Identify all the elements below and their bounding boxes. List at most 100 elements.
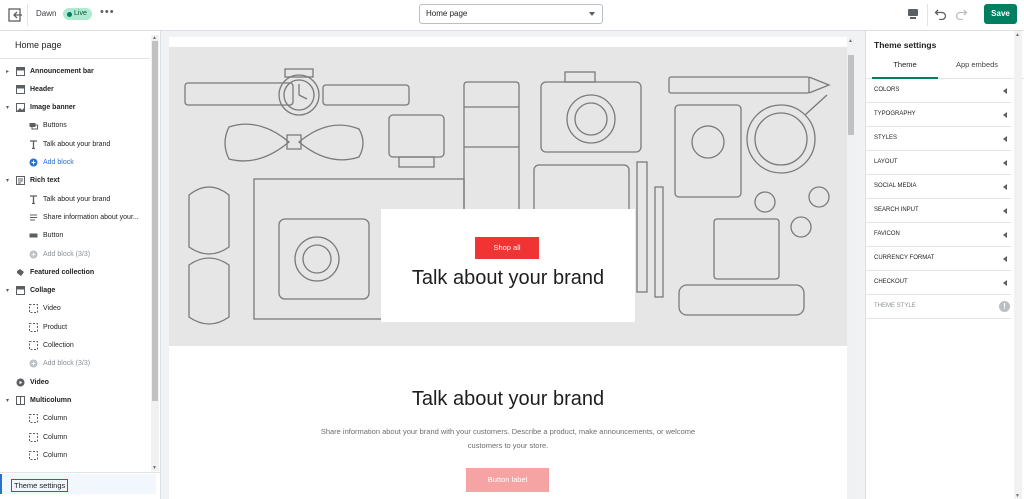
tree-item-label: Video — [43, 305, 61, 313]
sidebar-block-share-information-about-your[interactable]: Share information about your... — [0, 208, 150, 226]
caret-down-icon[interactable]: ▾ — [6, 287, 9, 294]
scroll-up-icon[interactable]: ▲ — [1015, 32, 1020, 38]
setting-styles[interactable]: STYLES — [866, 127, 1011, 151]
sidebar-section-video[interactable]: Video — [0, 373, 150, 391]
buttons-icon — [29, 121, 38, 130]
setting-favicon[interactable]: FAVICON — [866, 223, 1011, 247]
setting-search-input[interactable]: SEARCH INPUT — [866, 199, 1011, 223]
setting-checkout[interactable]: CHECKOUT — [866, 271, 1011, 295]
tree-item-label: Talk about your brand — [43, 195, 111, 203]
scrollbar-thumb[interactable] — [848, 55, 854, 135]
scroll-down-icon[interactable]: ▼ — [1015, 493, 1020, 499]
setting-theme-style: THEME STYLE! — [866, 295, 1011, 319]
tree-item-label: Video — [30, 378, 49, 386]
sidebar-block-talk-about-your-brand[interactable]: Talk about your brand — [0, 190, 150, 208]
dashed-square-icon — [29, 432, 38, 442]
setting-label: CHECKOUT — [874, 279, 908, 285]
banner-content-card: Shop all Talk about your brand — [381, 209, 635, 322]
tree-item-label: Add block (3/3) — [43, 250, 91, 258]
scroll-down-icon[interactable]: ▼ — [152, 465, 157, 471]
sidebar-section-announcement-bar[interactable]: ▸ Announcement bar — [0, 62, 150, 80]
dashed-square-icon — [29, 450, 38, 460]
tab-app-embeds[interactable]: App embeds — [942, 55, 1012, 79]
columns-icon — [16, 395, 25, 405]
divider — [27, 4, 28, 26]
caret-right-icon[interactable]: ▸ — [6, 68, 9, 75]
tree-item-label: Add block (3/3) — [43, 360, 91, 368]
setting-typography[interactable]: TYPOGRAPHY — [866, 103, 1011, 127]
dashed-square-icon — [29, 414, 38, 424]
sidebar-block-column[interactable]: Column — [0, 410, 150, 428]
theme-settings-label[interactable]: Theme settings — [11, 479, 69, 492]
sidebar-block-button[interactable]: Button — [0, 227, 150, 245]
sidebar-block-video[interactable]: Video — [0, 300, 150, 318]
tree-item-label: Multicolumn — [30, 396, 72, 404]
section-icon — [16, 84, 25, 94]
tree-item-label: Add block — [43, 159, 74, 166]
exit-icon[interactable] — [7, 7, 23, 23]
sidebar-block-column[interactable]: Column — [0, 428, 150, 446]
divider — [0, 58, 150, 59]
save-button[interactable]: Save — [984, 4, 1017, 24]
rich-text-section[interactable]: Talk about your brand Share information … — [169, 346, 847, 499]
sidebar-block-talk-about-your-brand[interactable]: Talk about your brand — [0, 135, 150, 153]
caret-left-icon — [1003, 280, 1007, 286]
more-actions-button[interactable]: ••• — [100, 6, 115, 18]
info-icon[interactable]: ! — [999, 301, 1010, 312]
add-block-button: Add block (3/3) — [0, 355, 150, 373]
scrollbar-thumb[interactable] — [152, 41, 158, 401]
setting-colors[interactable]: COLORS — [866, 79, 1011, 103]
sidebar-block-collection[interactable]: Collection — [0, 337, 150, 355]
sidebar-block-buttons[interactable]: Buttons — [0, 117, 150, 135]
sidebar-block-product[interactable]: Product — [0, 318, 150, 336]
setting-layout[interactable]: LAYOUT — [866, 151, 1011, 175]
sidebar-section-collage[interactable]: ▾ Collage — [0, 282, 150, 300]
plus-circle-icon — [29, 359, 38, 368]
shop-all-button[interactable]: Shop all — [475, 237, 539, 259]
image-banner-section[interactable]: Shop all Talk about your brand — [169, 47, 847, 346]
inspector-icon[interactable] — [907, 8, 919, 20]
sidebar-section-image-banner[interactable]: ▾ Image banner — [0, 99, 150, 117]
preview-scrollbar[interactable]: ▲ — [847, 37, 855, 499]
setting-currency-format[interactable]: CURRENCY FORMAT — [866, 247, 1011, 271]
sidebar-block-column[interactable]: Column — [0, 446, 150, 464]
sidebar-section-featured-collection[interactable]: Featured collection — [0, 263, 150, 281]
undo-icon[interactable] — [934, 7, 947, 20]
caret-left-icon — [1003, 256, 1007, 262]
rich-text-button[interactable]: Button label — [466, 468, 549, 492]
setting-label: SEARCH INPUT — [874, 207, 919, 213]
sidebar-section-multicolumn[interactable]: ▾ Multicolumn — [0, 391, 150, 409]
tree-item-label: Collage — [30, 287, 56, 295]
theme-name: Dawn — [36, 9, 57, 18]
live-dot-icon — [67, 11, 72, 17]
sidebar-scrollbar[interactable]: ▲ ▼ — [151, 35, 159, 471]
tree-item-label: Image banner — [30, 104, 76, 112]
panel-scrollbar[interactable]: ▲ ▼ — [1014, 31, 1022, 499]
panel-title: Theme settings — [874, 40, 937, 50]
caret-left-icon — [1003, 88, 1007, 94]
paragraph-icon — [29, 213, 38, 222]
caret-down-icon[interactable]: ▾ — [6, 104, 9, 111]
caret-down-icon[interactable]: ▾ — [6, 177, 9, 184]
tab-theme[interactable]: Theme — [872, 55, 938, 79]
redo-icon[interactable] — [955, 7, 968, 20]
setting-label: CURRENCY FORMAT — [874, 255, 935, 261]
caret-left-icon — [1003, 160, 1007, 166]
preview-canvas[interactable]: Shop all Talk about your brand Talk abou… — [169, 37, 847, 499]
sidebar-section-rich-text[interactable]: ▾ Rich text — [0, 172, 150, 190]
dashed-square-icon — [29, 341, 38, 350]
setting-social-media[interactable]: SOCIAL MEDIA — [866, 175, 1011, 199]
caret-left-icon — [1003, 136, 1007, 142]
tree-item-label: Talk about your brand — [43, 140, 111, 148]
text-block-icon — [16, 176, 25, 186]
setting-label: TYPOGRAPHY — [874, 111, 916, 117]
setting-label: SOCIAL MEDIA — [874, 183, 917, 189]
caret-down-icon[interactable]: ▾ — [6, 397, 9, 404]
page-select[interactable]: Home page — [419, 4, 603, 24]
sidebar-section-header[interactable]: Header — [0, 80, 150, 98]
add-block-button[interactable]: Add block — [0, 154, 150, 172]
status-label: Live — [74, 10, 87, 17]
setting-label: STYLES — [874, 135, 898, 141]
scroll-up-icon[interactable]: ▲ — [848, 38, 853, 44]
caret-left-icon — [1003, 184, 1007, 190]
